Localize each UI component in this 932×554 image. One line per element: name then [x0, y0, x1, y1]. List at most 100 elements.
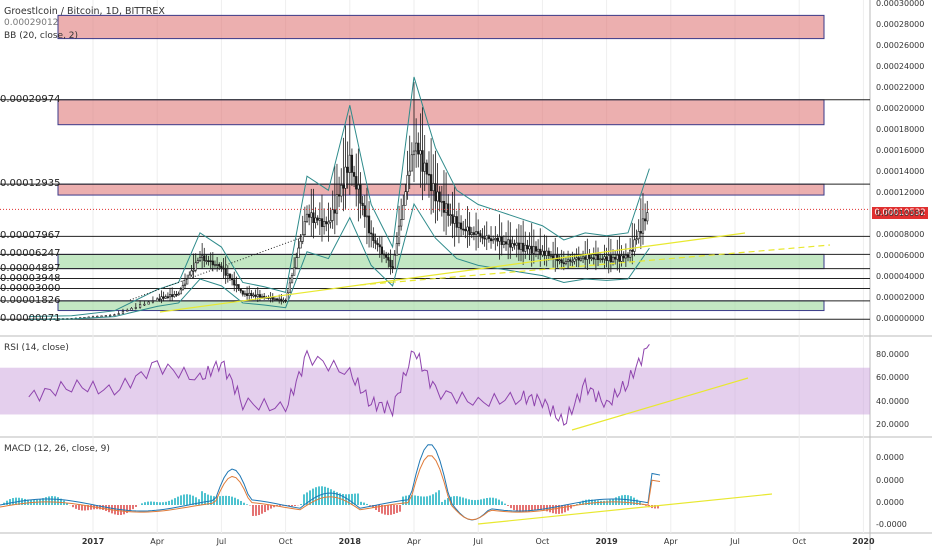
price-candle-body — [497, 238, 499, 241]
price-candle-body — [644, 219, 646, 221]
price-candle-body — [161, 297, 163, 299]
price-candle-body — [593, 258, 595, 259]
price-candle-body — [197, 261, 199, 263]
macd-histogram-bar — [414, 495, 416, 505]
macd-histogram-bar — [51, 496, 53, 505]
price-candle-body — [257, 295, 259, 297]
rsi-axis-tick: 20.0000 — [876, 420, 909, 429]
price-candle-body — [114, 315, 116, 316]
price-candle-body — [255, 295, 257, 297]
macd-histogram-bar — [228, 496, 230, 505]
price-candle-body — [248, 293, 250, 295]
price-candle-body — [623, 256, 625, 258]
price-candle-body — [328, 222, 330, 224]
macd-histogram-bar — [225, 496, 227, 505]
price-candle-body — [216, 264, 218, 265]
price-candle-body — [507, 240, 509, 244]
price-candle-body — [193, 270, 195, 271]
price-candle-body — [308, 214, 310, 217]
price-candle-body — [261, 296, 263, 297]
macd-histogram-bar — [231, 497, 233, 505]
price-candle-body — [492, 240, 494, 241]
price-candle-body — [409, 171, 411, 175]
price-candle-body — [537, 249, 539, 251]
macd-histogram-bar — [384, 505, 386, 515]
macd-histogram-bar — [261, 505, 263, 514]
macd-histogram-bar — [81, 505, 83, 510]
price-candle-body — [467, 227, 469, 231]
price-candle-body — [388, 257, 390, 260]
price-candle-body — [576, 258, 578, 259]
price-candle-body — [167, 297, 169, 298]
price-candle-body — [259, 295, 261, 298]
macd-histogram-bar — [54, 496, 56, 505]
price-candle-body — [520, 243, 522, 249]
price-candle-body — [608, 255, 610, 260]
time-axis-tick: Oct — [535, 537, 549, 546]
zone-resistance — [58, 184, 824, 195]
macd-histogram-bar — [534, 505, 536, 510]
price-candle-body — [325, 221, 327, 223]
price-candle-body — [176, 294, 178, 295]
macd-histogram-bar — [564, 505, 566, 512]
price-candle-body — [201, 256, 203, 258]
price-candle-body — [347, 167, 349, 172]
macd-histogram-bar — [300, 504, 302, 505]
price-level-label: 0.00000071 — [0, 313, 60, 324]
price-candle-body — [460, 223, 462, 229]
price-candle-body — [529, 246, 531, 249]
price-candle-body — [621, 256, 623, 261]
price-level-label: 0.00012935 — [0, 178, 60, 189]
macd-histogram-bar — [78, 505, 80, 510]
price-candle-body — [148, 302, 150, 304]
price-candle-body — [646, 213, 648, 221]
price-candle-body — [285, 300, 287, 301]
macd-histogram-bar — [102, 505, 104, 510]
price-axis-tick: 0.00022000 — [876, 83, 924, 92]
price-candle-body — [385, 255, 387, 258]
price-candle-body — [377, 243, 379, 245]
price-candle-body — [469, 227, 471, 235]
macd-histogram-bar — [258, 505, 260, 515]
macd-histogram-bar — [516, 505, 518, 511]
price-candle-body — [199, 258, 201, 261]
price-axis-tick: 0.00030000 — [876, 0, 924, 8]
price-candle-body — [351, 155, 353, 172]
price-candle-body — [122, 311, 124, 313]
macd-histogram-bar — [345, 494, 347, 505]
price-candle-body — [407, 175, 409, 191]
macd-histogram-bar — [603, 501, 605, 505]
price-candle-body — [569, 260, 571, 262]
price-candle-body — [518, 243, 520, 249]
symbol-title: Groestlcoin / Bitcoin, 1D, BITTREX — [4, 6, 165, 17]
price-candle-body — [636, 239, 638, 240]
macd-histogram-bar — [135, 505, 137, 507]
price-candle-body — [572, 261, 574, 262]
price-candle-body — [411, 155, 413, 171]
price-candle-body — [398, 226, 400, 243]
price-candle-body — [417, 143, 419, 154]
price-candle-body — [231, 278, 233, 280]
price-axis-tick: 0.00000000 — [876, 314, 924, 323]
price-candle-body — [452, 215, 454, 224]
zone-support — [58, 301, 824, 311]
price-candle-body — [218, 264, 220, 266]
price-candle-body — [486, 236, 488, 239]
price-candle-body — [480, 234, 482, 236]
price-candle-body — [462, 229, 464, 230]
price-candle-body — [634, 240, 636, 252]
macd-histogram-bar — [399, 505, 401, 512]
macd-histogram-bar — [441, 502, 443, 505]
macd-histogram-bar — [498, 500, 500, 505]
price-candle-body — [535, 247, 537, 252]
price-candle-body — [544, 251, 546, 255]
macd-histogram-bar — [633, 498, 635, 505]
macd-histogram-bar — [420, 496, 422, 505]
price-candle-body — [482, 236, 484, 238]
price-candle-body — [233, 280, 235, 285]
macd-histogram-bar — [267, 505, 269, 510]
macd-histogram-bar — [24, 499, 26, 505]
price-candle-body — [310, 213, 312, 217]
macd-histogram-bar — [243, 503, 245, 505]
clipped-top-level-label: 0.00029012 — [4, 18, 58, 28]
